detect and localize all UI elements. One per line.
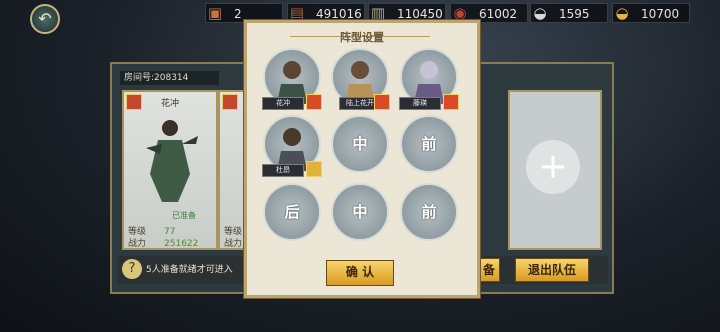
ready-label: 备 [482,263,495,277]
back-button[interactable]: ↶ [30,4,60,34]
position-label: 中 [352,135,368,153]
resource-value: 61002 [479,7,518,21]
formation-slot-empty[interactable]: 中 [331,183,389,241]
card-name: 花冲 [160,99,179,109]
team-card[interactable]: 花冲 已准备 等级 77 战力 251622 [122,90,218,250]
class-badge-icon [374,94,390,110]
resource-gold: ◒ 10700 [612,3,690,23]
add-member-icon[interactable]: + [526,140,580,194]
position-label: 前 [421,135,437,153]
resource-value: 1595 [559,7,590,21]
class-badge-icon [443,94,459,110]
formation-slot-empty[interactable]: 前 [400,183,458,241]
power-label: 战力 [128,239,147,249]
power-label: 战力 [224,239,243,249]
help-icon[interactable]: ? [122,259,142,279]
dialog-title: 阵型设置 [340,31,384,44]
resource-silver: ◒ 1595 [530,3,608,23]
gold-ingot-icon: ◒ [615,4,629,22]
hero-name-plate: 花冲 [262,97,304,110]
class-badge-icon [222,94,238,110]
position-label: 后 [284,203,300,221]
silver-ingot-icon: ◒ [533,4,547,22]
resource-value: 10700 [641,7,680,21]
token-icon: ▣ [207,4,223,22]
team-number: 房间号:208314 [120,71,219,85]
leave-team-button[interactable]: 退出队伍 [515,258,589,282]
confirm-button[interactable]: 确 认 [326,260,394,286]
ready-button[interactable]: 备 [478,258,500,282]
hero-name-plate: 杜昂 [262,164,304,177]
hero-portrait [146,120,198,202]
power-value: 251622 [164,239,199,249]
position-label: 中 [352,203,368,221]
class-badge-icon [306,161,322,177]
hero-name-plate: 藤瑛 [399,97,441,110]
class-badge-icon [306,94,322,110]
back-arrow-icon: ↶ [38,9,52,28]
formation-slot-empty[interactable]: 中 [331,115,389,173]
formation-slot-empty[interactable]: 后 [263,183,321,241]
ready-tag: 已准备 [172,211,196,220]
resource-value: 2 [234,7,242,21]
footer-hint: 5人准备就绪才可进入 [146,265,233,275]
position-label: 前 [421,203,437,221]
formation-slot-empty[interactable]: 前 [400,115,458,173]
